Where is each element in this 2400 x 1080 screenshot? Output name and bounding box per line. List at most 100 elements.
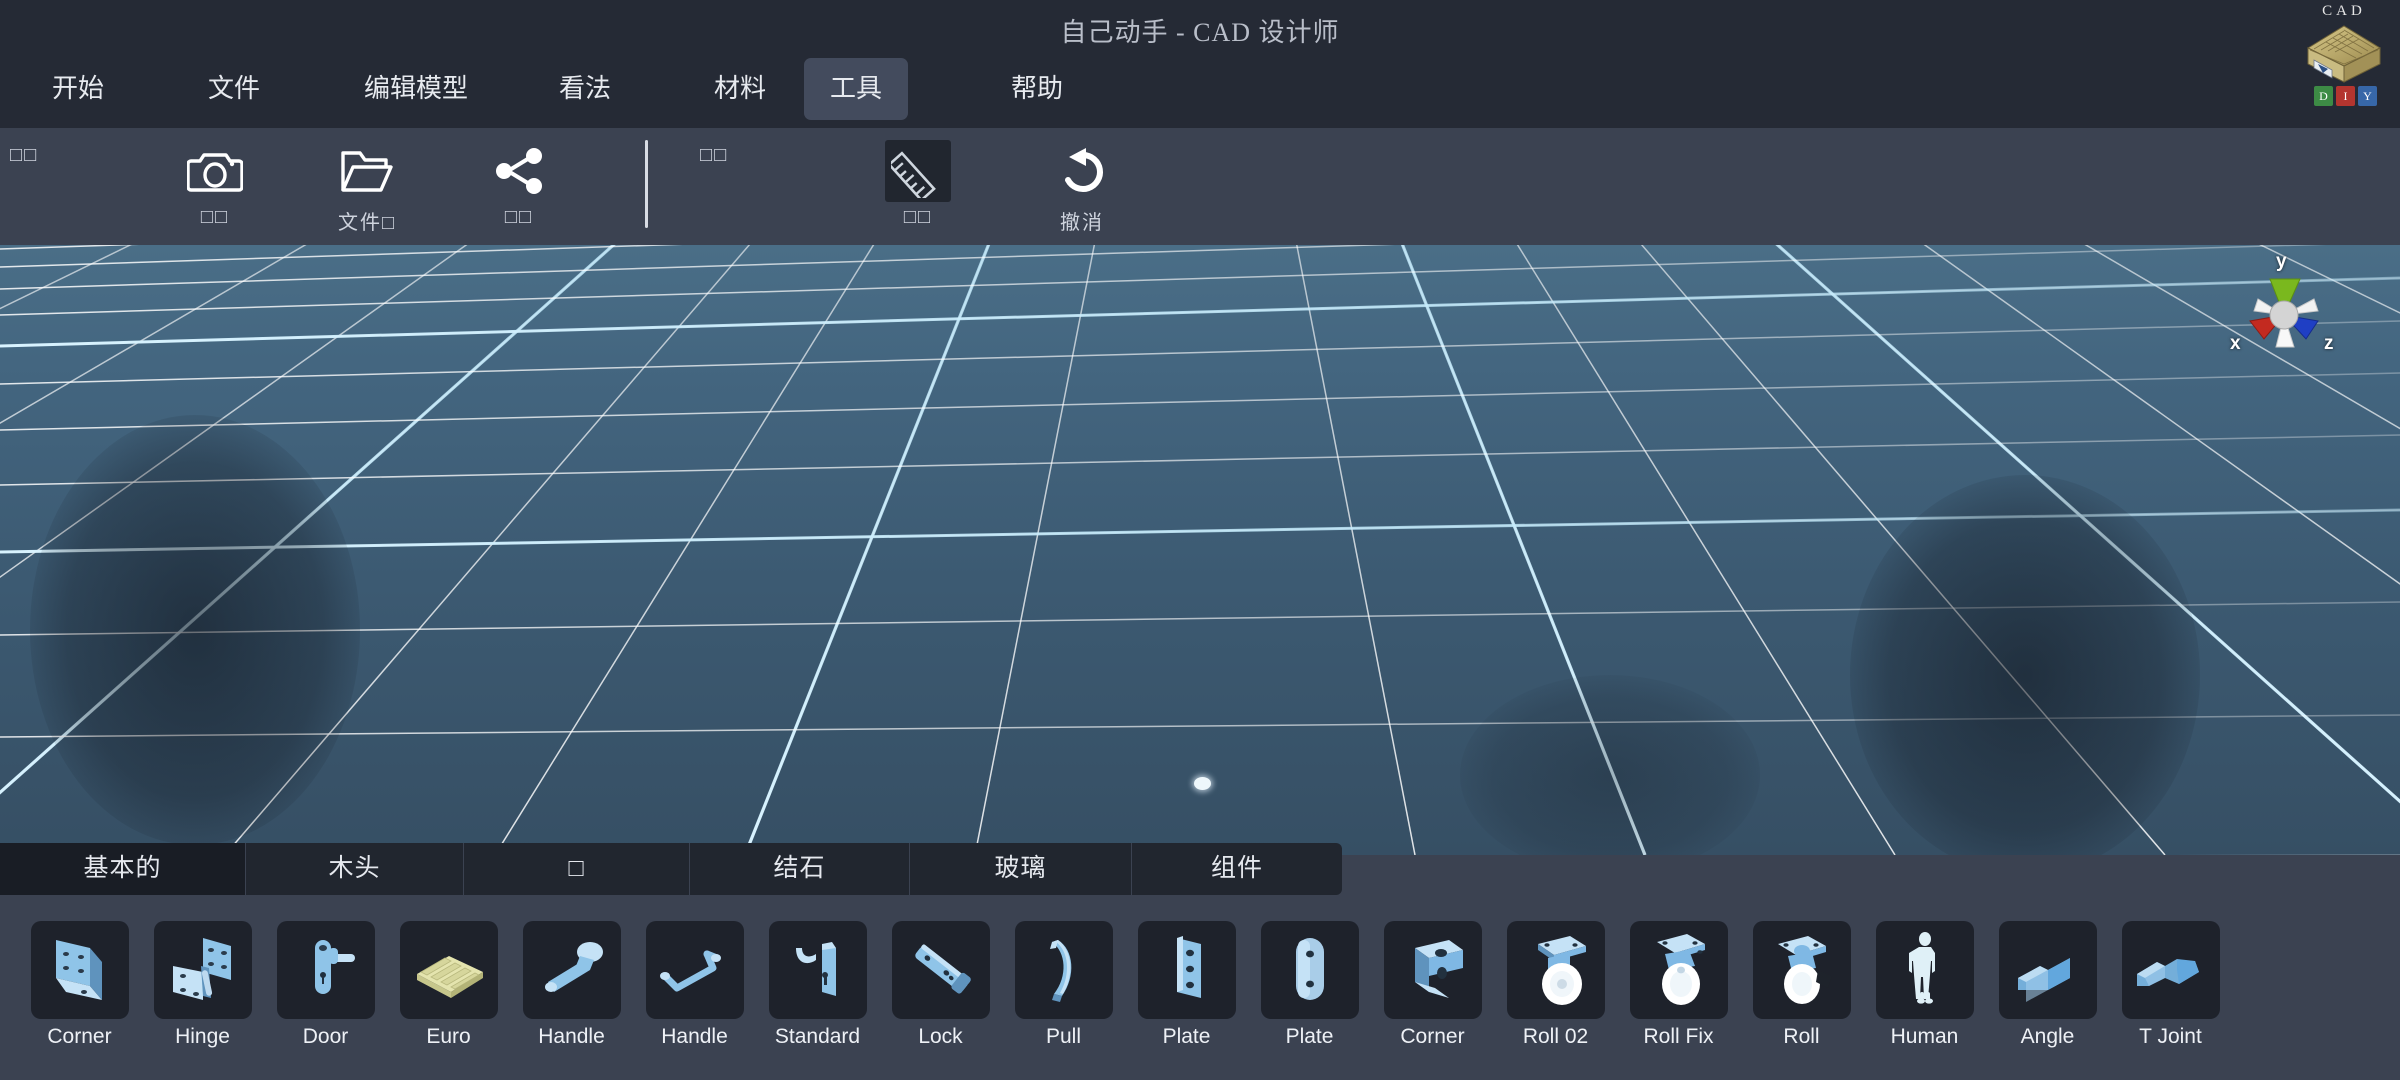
asset-roll[interactable]: Roll [1740,921,1863,1049]
asset-pull-thumbnail [1014,921,1113,1019]
asset-pull[interactable]: Pull [1002,921,1125,1049]
asset-t-joint-label: T Joint [2139,1025,2202,1048]
open-file-tool-label: 文件□ [337,212,397,234]
asset-human-label: Human [1890,1025,1959,1048]
measure-tool[interactable]: □□ [885,128,951,245]
logo-diy-blocks: DIY [2314,86,2377,106]
menu-material[interactable]: 材料 [688,58,792,120]
tab-wood[interactable]: 木头 [246,843,464,895]
toolbar-separator [645,140,648,228]
asset-standard-label: Standard [774,1025,861,1048]
asset-hinge-label: Hinge [175,1025,230,1048]
open-file-tool[interactable]: 文件□ [330,128,404,245]
asset-lock-thumbnail [891,921,990,1019]
asset-euro-pallet[interactable]: Euro [387,921,510,1049]
axis-label-y: y [2276,251,2287,272]
grid-floor [0,245,2400,855]
asset-door-handle[interactable]: Door [264,921,387,1049]
asset-euro-pallet-thumbnail [399,921,498,1019]
unknown-tool-1-label: □□ [10,144,39,166]
logo-block-d: D [2314,86,2333,106]
undo-icon [1045,140,1119,202]
asset-roll-fix-label: Roll Fix [1643,1025,1714,1048]
axis-label-x: x [2230,333,2241,354]
tab-unknown[interactable]: □ [464,843,690,895]
asset-roll-fix[interactable]: Roll Fix [1617,921,1740,1049]
menu-start[interactable]: 开始 [26,58,130,120]
asset-corner-bracket[interactable]: Corner [18,921,141,1049]
asset-roll-label: Roll [1783,1025,1820,1048]
asset-plate-1-label: Plate [1162,1025,1211,1048]
asset-handle-2-label: Handle [661,1025,728,1048]
asset-plate-2[interactable]: Plate [1248,921,1371,1049]
share-tool-label: □□ [504,206,534,228]
asset-roll-02[interactable]: Roll 02 [1494,921,1617,1049]
tab-stone[interactable]: 结石 [690,843,910,895]
asset-corner-2[interactable]: Corner [1371,921,1494,1049]
asset-angle-thumbnail [1998,921,2097,1019]
screenshot-tool-label: □□ [200,206,230,228]
asset-standard-thumbnail [768,921,867,1019]
menu-edit[interactable]: 编辑模型 [338,58,494,120]
folder-icon [330,140,404,202]
axis-gizmo[interactable]: y x z [2214,251,2354,375]
tab-basic[interactable]: 基本的 [0,843,246,895]
asset-lock-label: Lock [918,1025,963,1048]
asset-human[interactable]: Human [1863,921,1986,1049]
asset-hinge[interactable]: Hinge [141,921,264,1049]
asset-roll-thumbnail [1752,921,1851,1019]
asset-corner-2-label: Corner [1400,1025,1465,1048]
cad-logo: CAD DIY [2296,2,2392,108]
asset-plate-2-thumbnail [1260,921,1359,1019]
tab-glass[interactable]: 玻璃 [910,843,1132,895]
asset-hinge-thumbnail [153,921,252,1019]
menu-file[interactable]: 文件 [182,58,286,120]
menu-bar: 自己动手 - CAD 设计师 开始 文件 编辑模型 看法 材料 工具 帮助 CAD [0,0,2400,128]
asset-thumbnail-strip: Corner Hinge Door Euro Handle Handle Standard L… [18,921,2232,1049]
unknown-tool-2-label: □□ [700,144,729,166]
asset-corner-2-thumbnail [1383,921,1482,1019]
menu-tools[interactable]: 工具 [804,58,909,120]
tool-bar: □□ □□ 文件□ □□ □□ □□ 撤消 [0,128,2400,245]
asset-t-joint-thumbnail [2121,921,2220,1019]
share-tool[interactable]: □□ [482,128,556,245]
logo-block-y: Y [2358,86,2377,106]
asset-euro-pallet-label: Euro [426,1025,471,1048]
asset-handle-2[interactable]: Handle [633,921,756,1049]
tab-components[interactable]: 组件 [1132,843,1342,895]
logo-house-icon [2306,25,2382,83]
3d-viewport[interactable]: y x z [0,245,2400,855]
asset-standard[interactable]: Standard [756,921,879,1049]
page-title: 自己动手 - CAD 设计师 [1060,18,1340,47]
asset-angle[interactable]: Angle [1986,921,2109,1049]
asset-t-joint[interactable]: T Joint [2109,921,2232,1049]
asset-plate-1-thumbnail [1137,921,1236,1019]
unknown-tool-2[interactable]: □□ [700,128,728,245]
camera-icon [178,140,252,202]
asset-plate-2-label: Plate [1285,1025,1334,1048]
category-tab-bar: 基本的 木头 □ 结石 玻璃 组件 [0,843,1342,895]
undo-tool[interactable]: 撤消 [1045,128,1119,245]
asset-handle-2-thumbnail [645,921,744,1019]
asset-plate-1[interactable]: Plate [1125,921,1248,1049]
asset-roll-fix-thumbnail [1629,921,1728,1019]
asset-handle-1[interactable]: Handle [510,921,633,1049]
asset-human-thumbnail [1875,921,1974,1019]
menu-view[interactable]: 看法 [533,58,637,120]
screenshot-tool[interactable]: □□ [178,128,252,245]
asset-corner-bracket-label: Corner [47,1025,112,1048]
asset-roll-02-thumbnail [1506,921,1605,1019]
cad-application-window: 自己动手 - CAD 设计师 开始 文件 编辑模型 看法 材料 工具 帮助 CAD [0,0,2400,1080]
measure-tool-label: □□ [903,206,933,228]
asset-handle-1-label: Handle [538,1025,605,1048]
asset-door-handle-thumbnail [276,921,375,1019]
undo-tool-label: 撤消 [1060,212,1104,234]
ruler-icon [885,140,951,202]
axis-label-z: z [2324,333,2334,354]
asset-angle-label: Angle [2020,1025,2075,1048]
asset-pull-label: Pull [1045,1025,1082,1048]
asset-lock[interactable]: Lock [879,921,1002,1049]
asset-corner-bracket-thumbnail [30,921,129,1019]
menu-help[interactable]: 帮助 [985,58,1089,120]
unknown-tool-1[interactable]: □□ [10,128,38,245]
